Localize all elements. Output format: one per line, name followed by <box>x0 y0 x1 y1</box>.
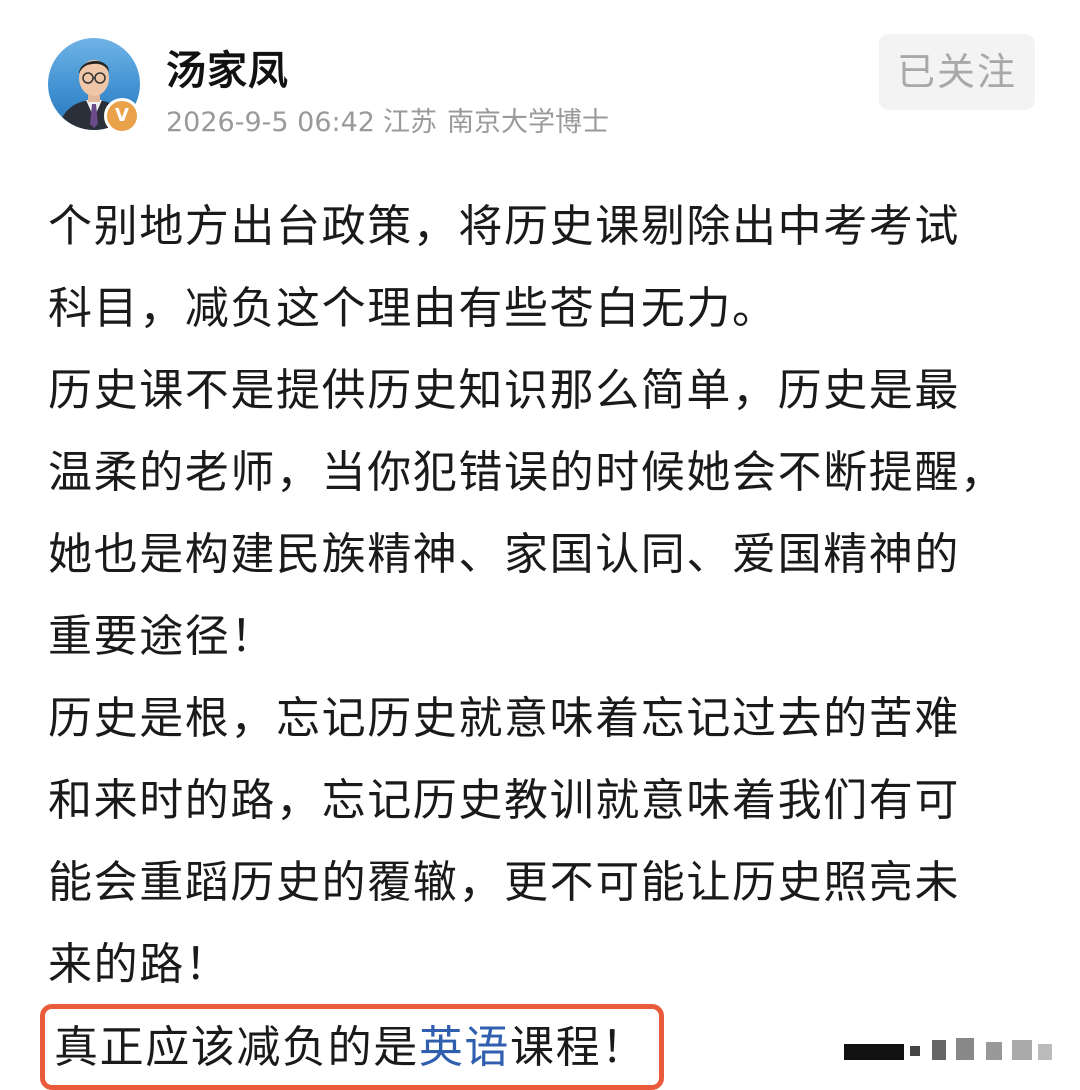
post-text-line: 个别地方出台政策，将历史课剔除出中考考试 <box>48 201 960 252</box>
follow-button[interactable]: 已关注 <box>879 34 1035 110</box>
watermark-icon <box>840 1030 1060 1070</box>
highlight-text-before: 真正应该减负的是 <box>54 1022 419 1073</box>
post-meta: 2026-9-5 06:42 江苏 南京大学博士 <box>166 100 619 139</box>
post-timestamp: 2026-9-5 06:42 <box>166 107 375 138</box>
post-text-line: 和来时的路，忘记历史教训就意味着我们有可 <box>48 775 960 826</box>
english-topic-link[interactable]: 英语 <box>419 1022 510 1073</box>
post-body: 个别地方出台政策，将历史课剔除出中考考试 科目，减负这个理由有些苍白无力。 历史… <box>48 186 1048 1006</box>
post-text-line: 历史是根，忘记历史就意味着忘记过去的苦难 <box>48 693 960 744</box>
post-location: 江苏 <box>382 107 437 138</box>
highlight-text-after: 课程！ <box>510 1022 647 1073</box>
post-text-line: 历史课不是提供历史知识那么简单，历史是最 <box>48 365 960 416</box>
post-text-line: 重要途径！ <box>48 611 276 662</box>
post-text-line: 科目，减负这个理由有些苍白无力。 <box>48 283 778 334</box>
author-credential: 南京大学博士 <box>446 107 609 138</box>
post-text-line: 温柔的老师，当你犯错误的时候她会不断提醒， <box>48 447 1006 498</box>
verified-badge-icon: V <box>104 98 140 134</box>
post-text-line: 她也是构建民族精神、家国认同、爱国精神的 <box>48 529 960 580</box>
post-header: V 汤家凤 2026-9-5 06:42 江苏 南京大学博士 已关注 <box>0 0 1080 170</box>
post-text-line: 能会重蹈历史的覆辙，更不可能让历史照亮未 <box>48 857 960 908</box>
author-name[interactable]: 汤家凤 <box>166 38 289 96</box>
post-text-line: 来的路！ <box>48 939 231 990</box>
highlighted-post-line: 真正应该减负的是英语课程！ <box>54 1010 647 1086</box>
